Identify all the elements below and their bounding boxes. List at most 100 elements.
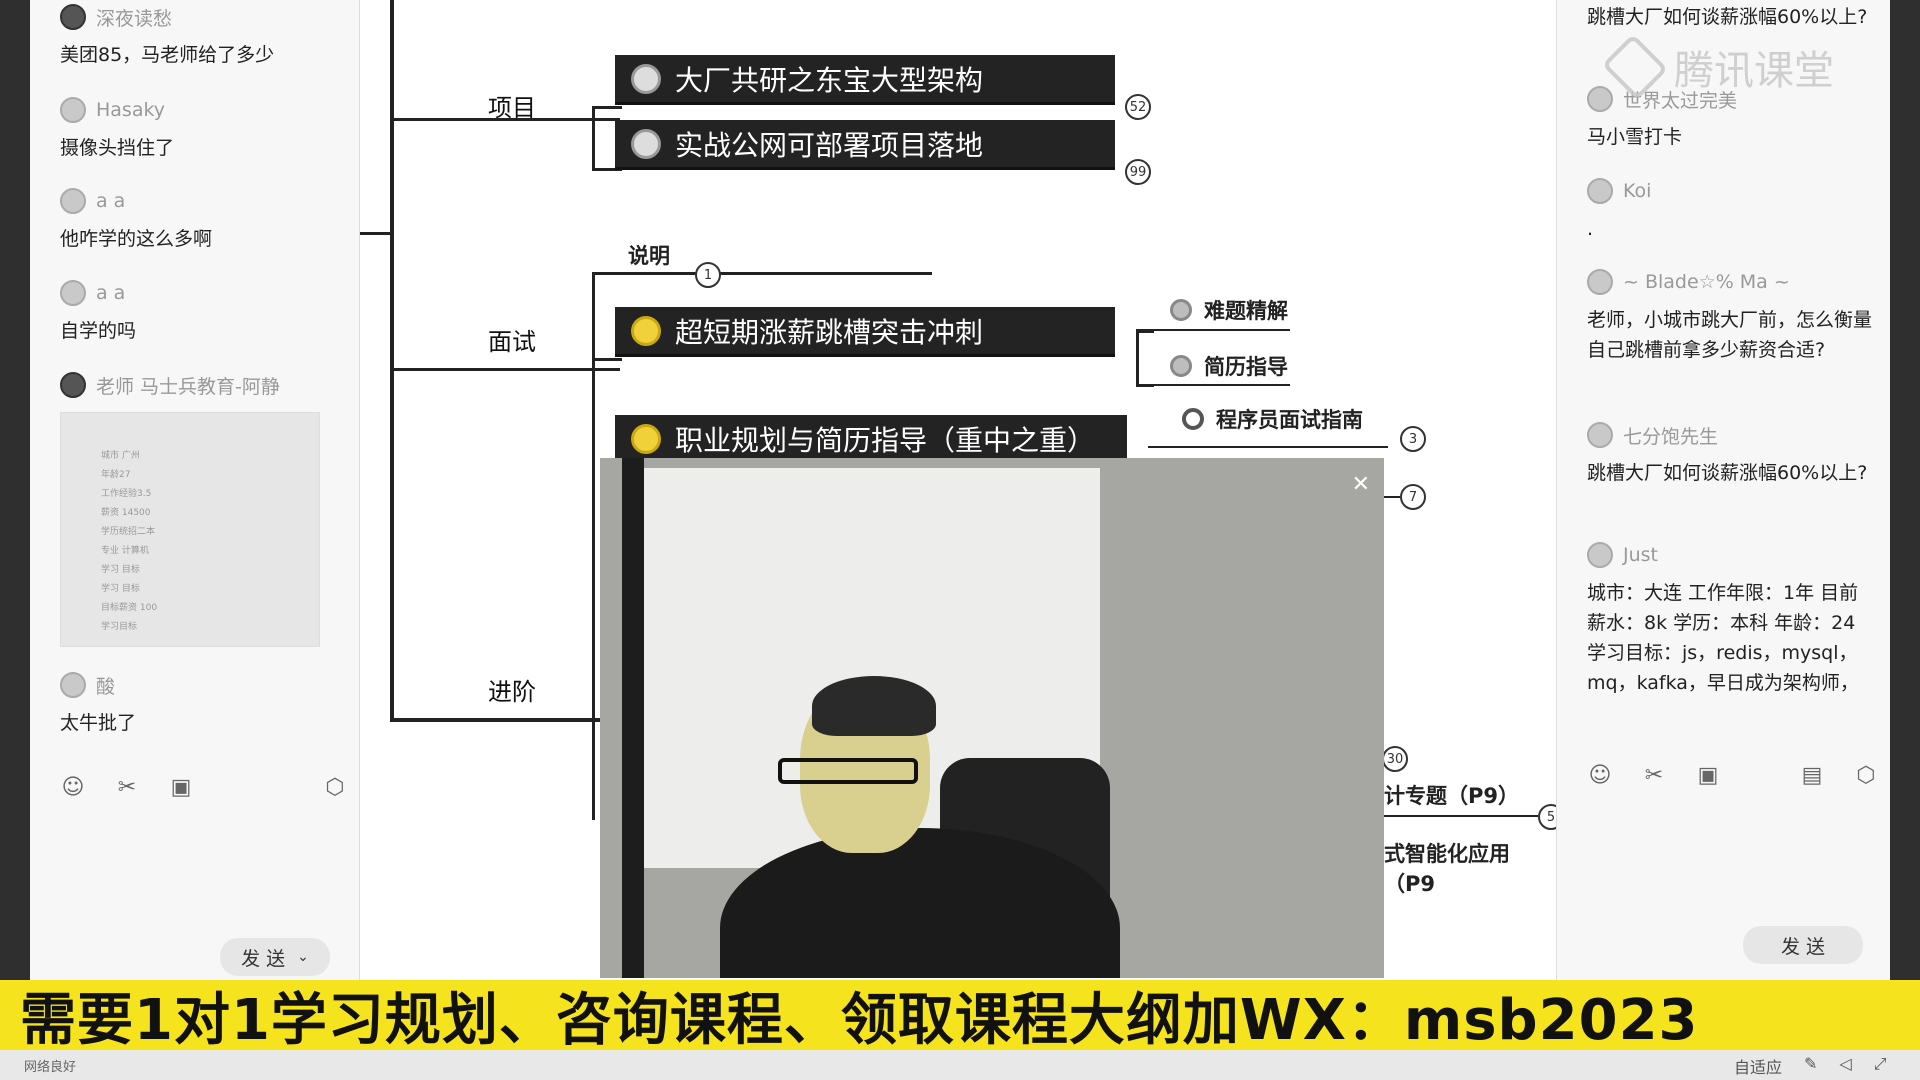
play-logo-icon: [1601, 33, 1669, 101]
count-badge[interactable]: 52: [1125, 94, 1151, 120]
count-badge[interactable]: 30: [1382, 746, 1408, 772]
thumb-line: 薪资 14500: [101, 508, 151, 518]
connector-line: [592, 272, 932, 275]
explain-label[interactable]: 说明: [628, 240, 670, 270]
thumb-line: 目标薪资 100: [101, 603, 158, 613]
ai-topic-node[interactable]: 式智能化应用（P9: [1384, 838, 1556, 898]
connector-line: [1136, 330, 1139, 386]
chat-text: 自学的吗: [60, 320, 137, 342]
avatar: [60, 672, 86, 698]
scissors-icon[interactable]: ✂: [1641, 762, 1667, 788]
connector-line: [592, 600, 595, 820]
settings-icon[interactable]: ⬡: [322, 774, 348, 800]
thumb-line: 学习目标: [101, 622, 138, 632]
send-button[interactable]: 发 送: [1743, 926, 1863, 964]
branch-project[interactable]: 项目: [488, 88, 536, 123]
avatar: [1587, 269, 1613, 295]
avatar: [1587, 542, 1613, 568]
node-label: 大厂共研之东宝大型架构: [675, 63, 984, 97]
fullscreen-icon[interactable]: ⤢: [1874, 1054, 1887, 1078]
chat-message: a a 他咋学的这么多啊: [60, 186, 350, 254]
node-label: 难题精解: [1204, 299, 1288, 323]
avatar: [60, 280, 86, 306]
count-badge[interactable]: 3: [1400, 426, 1426, 452]
resume-node[interactable]: 简历指导: [1170, 351, 1288, 381]
interview-guide-node[interactable]: 程序员面试指南: [1182, 404, 1363, 434]
close-icon[interactable]: ✕: [1352, 472, 1370, 497]
chat-icon[interactable]: ▤: [1799, 762, 1825, 788]
chat-message: 深夜读愁 美团85，马老师给了多少: [60, 2, 350, 70]
connector-line: [592, 272, 595, 632]
avatar: [60, 4, 86, 30]
glasses: [778, 758, 918, 784]
chat-username: a a: [96, 282, 126, 304]
left-chat-toolbar: ☺ ✂ ▣ ⬡: [60, 774, 348, 800]
volume-icon[interactable]: ◁: [1839, 1054, 1851, 1078]
fit-toggle[interactable]: 自适应: [1734, 1054, 1782, 1078]
branch-advanced[interactable]: 进阶: [488, 672, 536, 707]
chat-image[interactable]: 城市 广州 年龄27 工作经验3.5 薪资 14500 学历统招二本 专业 计算…: [60, 412, 320, 647]
emoji-icon[interactable]: ☺: [1587, 762, 1613, 788]
chat-message: Hasaky 摄像头挡住了: [60, 95, 350, 163]
node-underline: [1136, 329, 1290, 331]
scissors-icon[interactable]: ✂: [114, 774, 140, 800]
thumb-line: 城市 广州: [101, 451, 140, 461]
settings-icon[interactable]: ⬡: [1853, 762, 1879, 788]
watermark-text: 腾讯课堂: [1674, 48, 1834, 94]
mindmap-node[interactable]: 大厂共研之东宝大型架构: [615, 55, 1115, 105]
chat-text: 美团85，马老师给了多少: [60, 44, 275, 66]
chat-text: 摄像头挡住了: [60, 137, 175, 159]
chat-message: 七分饱先生 跳槽大厂如何谈薪涨幅60%以上?: [1587, 420, 1877, 488]
user-icon: [631, 63, 661, 94]
mindmap-node[interactable]: 实战公网可部署项目落地: [615, 120, 1115, 170]
right-edge: [1890, 0, 1920, 1080]
mic-icon[interactable]: ✎: [1804, 1054, 1817, 1078]
avatar: [60, 97, 86, 123]
chevron-down-icon[interactable]: ⌄: [297, 949, 309, 965]
hard-topics-node[interactable]: 难题精解: [1170, 295, 1288, 325]
left-chat-panel: 深夜读愁 美团85，马老师给了多少 Hasaky 摄像头挡住了 a a 他咋学的…: [30, 0, 360, 1000]
network-status: 网络良好: [24, 1060, 77, 1075]
count-badge[interactable]: 99: [1125, 159, 1151, 185]
chat-message: 酸 太牛批了: [60, 670, 350, 738]
mindmap-canvas: 项目 面试 进阶 大厂共研之东宝大型架构 实战公网可部署项目落地 52 99 说…: [360, 0, 1564, 1000]
branch-line: [390, 368, 620, 371]
tencent-classroom-watermark: 腾讯课堂: [1601, 33, 1834, 101]
chat-text: 老师，小城市跳大厂前，怎么衡量自己跳槽前拿多少薪资合适?: [1587, 309, 1873, 361]
trunk-line: [390, 0, 394, 722]
chat-text: 他咋学的这么多啊: [60, 228, 213, 250]
node-underline: [1384, 815, 1538, 817]
camera-video[interactable]: ✕: [600, 458, 1384, 978]
user-icon: [631, 315, 661, 346]
ring-icon: [1182, 408, 1204, 430]
connector-line: [592, 106, 595, 170]
image-icon[interactable]: ▣: [1695, 762, 1721, 788]
presenter-hair: [812, 676, 936, 736]
thumb-line: 学习 目标: [101, 565, 140, 575]
node-underline: [1136, 384, 1290, 386]
chat-message: 老师 马士兵教育-阿静: [60, 370, 350, 400]
thumb-line: 专业 计算机: [101, 546, 149, 556]
chat-message: a a 自学的吗: [60, 278, 350, 346]
mindmap-node[interactable]: 超短期涨薪跳槽突击冲刺: [615, 307, 1115, 357]
design-topic-node[interactable]: 计专题（P9）: [1384, 780, 1519, 810]
count-badge[interactable]: 1: [695, 262, 721, 288]
promo-banner: 需要1对1学习规划、咨询课程、领取课程大纲加WX：msb2023: [0, 980, 1920, 1053]
chat-username: 老师 马士兵教育-阿静: [96, 375, 280, 398]
chat-username: a a: [96, 190, 126, 212]
chat-message: Just 城市：大连 工作年限：1年 目前薪水：8k 学历：本科 年龄：24 学…: [1587, 540, 1877, 698]
emoji-icon[interactable]: ☺: [60, 774, 86, 800]
image-icon[interactable]: ▣: [168, 774, 194, 800]
chat-message: Koi .: [1587, 176, 1877, 244]
chat-username: Just: [1623, 544, 1658, 566]
user-icon: [631, 128, 661, 159]
chat-username: 酸: [96, 675, 116, 698]
branch-line: [360, 232, 390, 235]
connector-line: [592, 106, 622, 109]
send-label: 发 送: [241, 947, 286, 970]
send-button[interactable]: 发 送 ⌄: [220, 938, 330, 976]
node-label: 职业规划与简历指导（重中之重）: [675, 423, 1096, 457]
branch-interview[interactable]: 面试: [488, 322, 536, 357]
chat-text: 太牛批了: [60, 712, 137, 734]
count-badge[interactable]: 7: [1400, 484, 1426, 510]
